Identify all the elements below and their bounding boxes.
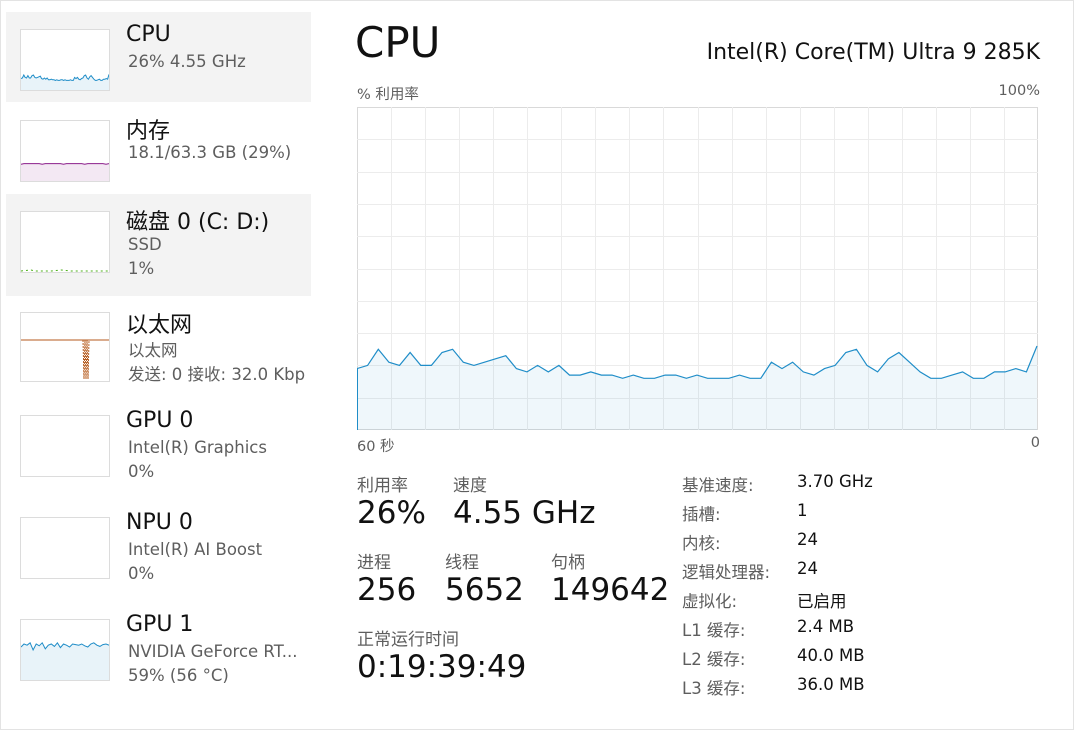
threads-label: 线程 xyxy=(445,553,479,573)
sidebar-item-label: GPU 1 xyxy=(126,612,194,637)
sidebar-item-detail-2: 发送: 0 接收: 32.0 Kbp xyxy=(128,365,306,384)
detail-key-logical-processors: 逻辑处理器: xyxy=(682,563,771,582)
sidebar-item-cpu[interactable]: CPU 26% 4.55 GHz xyxy=(6,12,311,102)
sidebar-item-detail: Intel(R) AI Boost xyxy=(128,540,263,559)
detail-key-base-speed: 基准速度: xyxy=(682,476,754,495)
speed-value: 4.55 GHz xyxy=(453,495,596,531)
sidebar-item-label: CPU xyxy=(126,22,171,47)
handles-value: 149642 xyxy=(551,572,670,608)
detail-value-virtualization: 已启用 xyxy=(797,592,847,611)
detail-value-cores: 24 xyxy=(797,530,818,549)
sidebar-item-detail: 26% 4.55 GHz xyxy=(128,52,246,71)
uptime-label: 正常运行时间 xyxy=(357,630,459,650)
sidebar-item-detail-2: 0% xyxy=(128,564,155,583)
detail-key-l3-cache: L3 缓存: xyxy=(682,679,746,698)
page-title: CPU xyxy=(355,18,441,67)
detail-value-sockets: 1 xyxy=(797,501,808,520)
uptime-value: 0:19:39:49 xyxy=(357,649,527,685)
detail-key-l2-cache: L2 缓存: xyxy=(682,650,746,669)
sidebar-item-memory[interactable]: 内存 18.1/63.3 GB (29%) xyxy=(6,103,311,193)
sidebar-item-npu-0[interactable]: NPU 0 Intel(R) AI Boost 0% xyxy=(6,500,311,590)
thumbnail-spike xyxy=(82,339,90,380)
thumbnail-line xyxy=(21,269,109,272)
gpu1-thumbnail-graph xyxy=(20,619,110,681)
sidebar-item-detail: SSD xyxy=(128,235,162,254)
sidebar-item-detail: NVIDIA GeForce RT... xyxy=(128,642,298,661)
detail-value-logical-processors: 24 xyxy=(797,559,818,578)
detail-key-cores: 内核: xyxy=(682,534,721,553)
sidebar-item-label: GPU 0 xyxy=(126,408,194,433)
ethernet-thumbnail-graph xyxy=(20,312,110,382)
detail-value-l2-cache: 40.0 MB xyxy=(797,646,865,665)
processes-label: 进程 xyxy=(357,553,391,573)
sidebar-item-gpu-0[interactable]: GPU 0 Intel(R) Graphics 0% xyxy=(6,398,311,488)
npu-thumbnail-graph xyxy=(20,517,110,579)
sidebar-item-detail-2: 59% (56 °C) xyxy=(128,666,229,685)
threads-value: 5652 xyxy=(445,572,524,608)
detail-key-l1-cache: L1 缓存: xyxy=(682,621,746,640)
utilization-label: 利用率 xyxy=(357,476,408,496)
disk-thumbnail-graph xyxy=(20,211,110,273)
processes-value: 256 xyxy=(357,572,417,608)
sidebar-item-ethernet[interactable]: 以太网 以太网 发送: 0 接收: 32.0 Kbp xyxy=(6,297,311,387)
sidebar-item-label: 以太网 xyxy=(126,313,193,338)
gpu0-thumbnail-graph xyxy=(20,415,110,477)
sidebar-item-label: 磁盘 0 (C: D:) xyxy=(126,210,270,235)
graph-x-left-label: 60 秒 xyxy=(357,439,395,455)
sidebar-item-detail: 18.1/63.3 GB (29%) xyxy=(128,143,292,162)
cpu-thumbnail-graph xyxy=(20,29,110,91)
sidebar-item-detail: Intel(R) Graphics xyxy=(128,438,267,457)
sidebar-item-detail: 以太网 xyxy=(128,341,178,360)
detail-key-virtualization: 虚拟化: xyxy=(682,592,738,611)
cpu-model-name: Intel(R) Core(TM) Ultra 9 285K xyxy=(706,40,1040,65)
memory-thumbnail-graph xyxy=(20,120,110,182)
graph-y-max-label: 100% xyxy=(998,83,1040,99)
sidebar-item-detail-2: 0% xyxy=(128,462,155,481)
sidebar-item-gpu-1[interactable]: GPU 1 NVIDIA GeForce RT... 59% (56 °C) xyxy=(6,602,311,692)
detail-key-sockets: 插槽: xyxy=(682,505,721,524)
graph-x-right-label: 0 xyxy=(1030,435,1040,451)
thumbnail-area xyxy=(21,163,109,181)
sidebar-item-disk-0[interactable]: 磁盘 0 (C: D:) SSD 1% xyxy=(6,194,311,296)
detail-value-base-speed: 3.70 GHz xyxy=(797,472,873,491)
cpu-utilization-graph xyxy=(356,107,1038,430)
utilization-value: 26% xyxy=(357,495,426,531)
graph-y-label: % 利用率 xyxy=(357,87,419,103)
detail-value-l3-cache: 36.0 MB xyxy=(797,675,865,694)
detail-value-l1-cache: 2.4 MB xyxy=(797,617,855,636)
sidebar-item-label: NPU 0 xyxy=(126,510,193,535)
speed-label: 速度 xyxy=(453,476,487,496)
handles-label: 句柄 xyxy=(551,553,585,573)
sidebar-item-label: 内存 xyxy=(126,119,171,144)
sidebar-item-detail-2: 1% xyxy=(128,259,155,278)
cpu-utilization-chart xyxy=(356,107,1038,430)
